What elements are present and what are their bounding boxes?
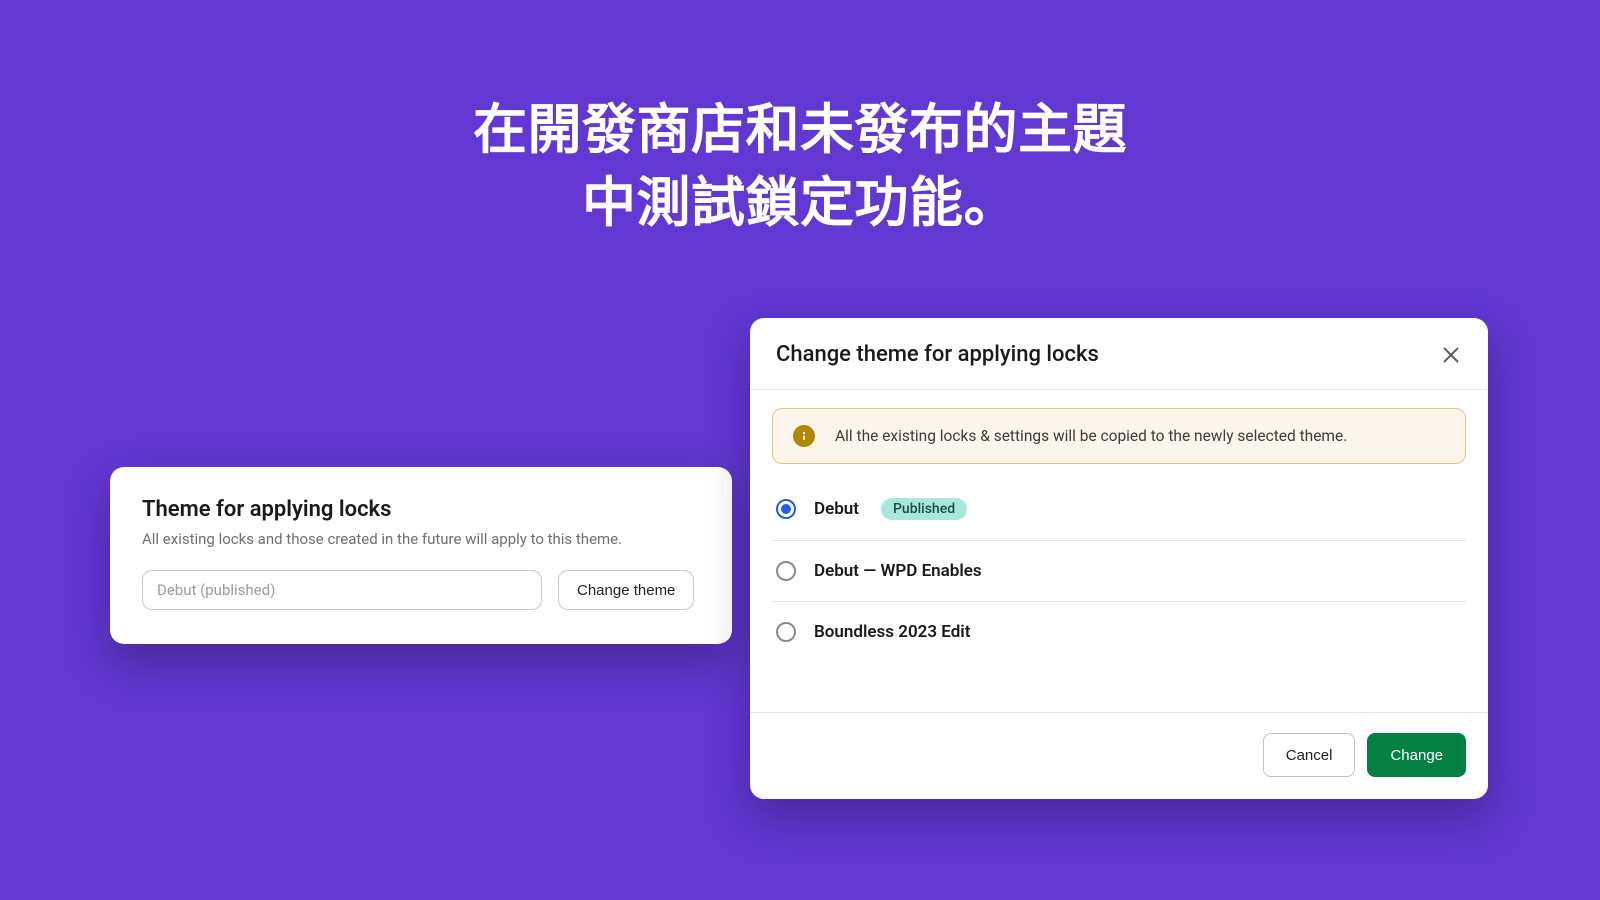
- theme-settings-controls: Debut (published) Change theme: [142, 570, 700, 610]
- theme-settings-title: Theme for applying locks: [142, 497, 700, 522]
- theme-settings-card: Theme for applying locks All existing lo…: [110, 467, 732, 644]
- radio-icon: [776, 499, 796, 519]
- theme-settings-subtitle: All existing locks and those created in …: [142, 530, 700, 548]
- close-icon[interactable]: [1440, 344, 1462, 366]
- cancel-button[interactable]: Cancel: [1263, 733, 1356, 777]
- info-alert: All the existing locks & settings will b…: [772, 408, 1466, 464]
- modal-body: All the existing locks & settings will b…: [750, 390, 1488, 662]
- change-theme-button[interactable]: Change theme: [558, 570, 694, 610]
- modal-title: Change theme for applying locks: [776, 342, 1099, 367]
- theme-option-label: Debut — WPD Enables: [814, 561, 982, 581]
- theme-radio-list: Debut Published Debut — WPD Enables Boun…: [772, 478, 1466, 662]
- theme-option-debut[interactable]: Debut Published: [772, 478, 1466, 541]
- published-badge: Published: [881, 498, 967, 520]
- warning-icon: [793, 425, 815, 447]
- theme-option-debut-wpd[interactable]: Debut — WPD Enables: [772, 541, 1466, 602]
- alert-text: All the existing locks & settings will b…: [835, 427, 1347, 445]
- theme-select-value: Debut (published): [157, 581, 275, 599]
- change-button[interactable]: Change: [1367, 733, 1466, 777]
- theme-option-boundless[interactable]: Boundless 2023 Edit: [772, 602, 1466, 662]
- radio-icon: [776, 561, 796, 581]
- theme-select-input[interactable]: Debut (published): [142, 570, 542, 610]
- theme-option-label: Debut: [814, 499, 859, 519]
- hero-line-1: 在開發商店和未發布的主題: [473, 95, 1127, 168]
- modal-footer: Cancel Change: [750, 712, 1488, 799]
- theme-option-label: Boundless 2023 Edit: [814, 622, 970, 642]
- change-theme-modal: Change theme for applying locks All the …: [750, 318, 1488, 799]
- radio-icon: [776, 622, 796, 642]
- hero-line-2: 中測試鎖定功能。: [473, 168, 1127, 241]
- modal-header: Change theme for applying locks: [750, 318, 1488, 390]
- hero-headline: 在開發商店和未發布的主題 中測試鎖定功能。: [473, 95, 1127, 241]
